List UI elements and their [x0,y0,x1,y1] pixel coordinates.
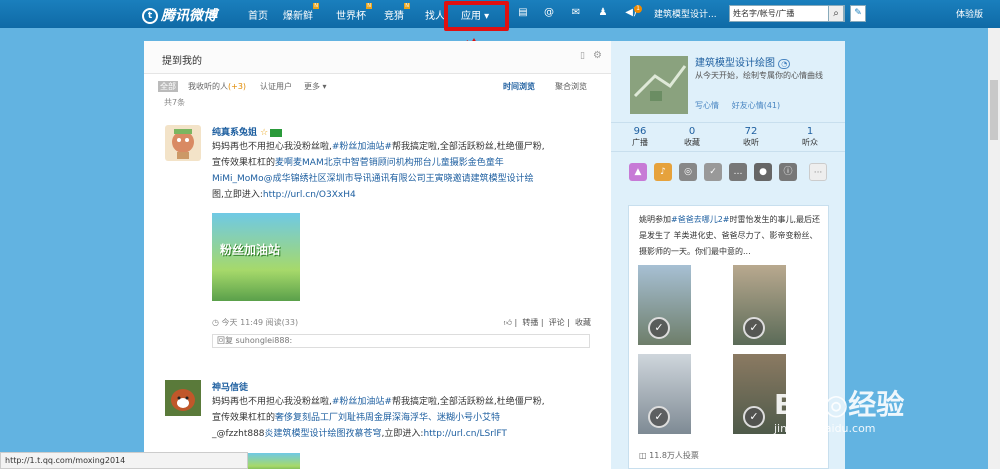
write-mood-link[interactable]: 写心情 [695,101,719,110]
poll-text: 姚明参加#爸爸去哪儿2#时雷怡发生的事儿,最后还是发生了 羊类进化史、爸爸尽力了… [639,215,821,256]
poll-photo[interactable]: ✓ [638,265,691,345]
poll-photo[interactable]: ✓ [733,265,786,345]
mention-links[interactable]: 麦啊麦MAM北京中智菅销顾问机构邢台儿童摄影金色童年 [275,158,504,168]
check-icon[interactable]: ✓ [648,406,670,428]
status-bar-url: http://1.t.qq.com/moxing2014 [0,452,248,469]
more-apps-icon[interactable]: ··· [809,163,827,181]
microphone-app-icon[interactable]: ♪ [654,163,672,181]
panel-header: 提到我的 ▯ ⚙ [144,41,611,74]
chat-app-icon[interactable]: … [729,163,747,181]
check-icon[interactable]: ✓ [648,317,670,339]
favorite-button[interactable]: 收藏 [575,318,591,327]
football-app-icon[interactable]: ● [754,163,772,181]
post-actions: 👍︎ | 转播 | 评论 | 收藏 [503,318,591,327]
friends-mood-link[interactable]: 好友心情(41) [732,101,780,110]
info-app-icon[interactable]: ⓘ [779,163,797,181]
star-icon: ☆ [260,128,269,138]
mention-links[interactable]: 奢侈复刻品工厂刘耻祎周金屏深海浮华、迷糊小号小艾特 [275,413,500,423]
stat-following[interactable]: 72 收听 [722,126,780,148]
watermark-url: jingyan.baidu.com [774,422,876,435]
post-text: 妈妈再也不用担心我没粉丝啦,#粉丝加油站#帮我搞定啦,全部活跃粉丝,杜绝僵尸粉,… [212,397,545,439]
mention-links[interactable]: 炎建筑模型设计绘图孜慕苍穹 [265,429,382,439]
mention-links[interactable]: MiMi_MoMo@成华锦绣社区深圳市导讯通讯有限公司王寅晓邀请建筑模型设计绘 [212,174,534,184]
topic-link[interactable]: #爸爸去哪儿2# [671,215,730,224]
vote-icon: ◫ [639,451,650,460]
gear-icon[interactable]: ⚙ [593,50,602,61]
scrollbar[interactable] [988,28,1000,469]
user-description: 从今天开始，绘制专属你的心情曲线 [695,71,823,80]
stat-followers[interactable]: 1 听众 [781,126,839,148]
clock-icon: ◷ [212,318,222,327]
user-stats: 96 广播 0 收藏 72 收听 1 听众 [611,122,845,152]
flag-icon [270,128,283,137]
stat-broadcast[interactable]: 96 广播 [611,126,669,148]
result-count: 共7条 [164,98,186,107]
topic-link[interactable]: #粉丝加油站# [332,142,392,152]
url-link[interactable]: http://url.cn/LSrlFT [423,429,506,439]
mentions-panel: 提到我的 ▯ ⚙ 全部 我收听的人(+3) 认证用户 更多 ▾ 时间浏览 聚合浏… [144,41,611,469]
page-title: 提到我的 [162,56,202,67]
avatar-cartoon-icon [172,129,194,159]
user-links: 写心情 好友心情(41) [695,100,780,111]
tab-verified[interactable]: 认证用户 [260,81,292,92]
post-text: 妈妈再也不用担心我没粉丝啦,#粉丝加油站#帮我搞定啦,全部活跃粉丝,杜绝僵尸粉,… [212,142,545,200]
like-icon[interactable]: 👍︎ [504,318,512,327]
url-link[interactable]: http://url.cn/O3XxH4 [263,190,356,200]
post-image[interactable]: 粉丝加油站 [212,213,300,301]
tab-time-view[interactable]: 时间浏览 [503,81,535,92]
stat-favorites[interactable]: 0 收藏 [663,126,721,148]
check-icon[interactable]: ✓ [743,317,765,339]
avatar[interactable] [165,380,201,416]
poll-photo[interactable]: ✓ [638,354,691,434]
comment-button[interactable]: 评论 [549,318,565,327]
music-app-icon[interactable]: ◎ [679,163,697,181]
check-icon[interactable]: ✓ [743,406,765,428]
map-thumbnail-icon [630,56,688,114]
scrollbar-thumb[interactable] [990,80,998,140]
like-app-icon[interactable]: ✓ [704,163,722,181]
post-author[interactable]: 神马信徒 [212,380,248,393]
watermark: Bai◎经验 [774,388,905,421]
retweet-button[interactable]: 转播 [522,318,538,327]
reply-field[interactable]: 回复 suhonglei888: [212,334,590,348]
post-author[interactable]: 纯真系兔姐 ☆ [212,125,283,138]
tab-following[interactable]: 我收听的人(+3) [188,81,246,92]
bookmark-icon[interactable]: ▯ [580,51,585,61]
user-avatar[interactable] [630,56,688,114]
tab-aggregate-view[interactable]: 聚合浏览 [555,81,587,92]
vote-count: ◫ 11.8万人投票 [639,451,699,460]
photo-app-icon[interactable]: ▲ [629,163,647,181]
tab-more[interactable]: 更多 ▾ [304,81,327,92]
topic-link[interactable]: #粉丝加油站# [332,397,392,407]
user-name[interactable]: 建筑模型设计绘图 ◔ [695,54,791,69]
level-icon: ◔ [778,59,791,69]
avatar[interactable] [165,125,201,161]
avatar-redpanda-icon [165,380,201,416]
tab-all[interactable]: 全部 [158,81,178,92]
post-image-text: 粉丝加油站 [220,243,281,257]
